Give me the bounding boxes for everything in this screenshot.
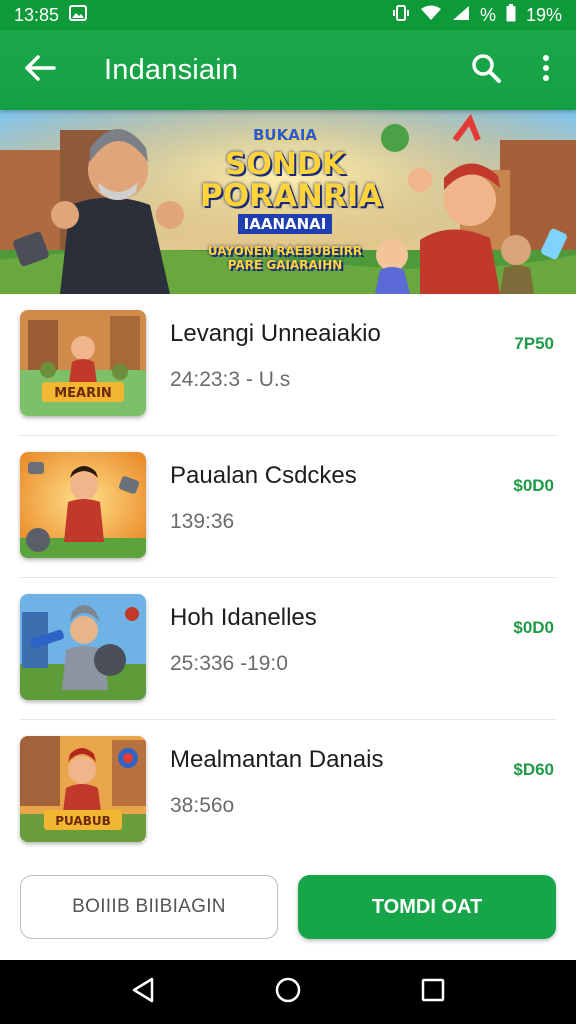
status-bar: 13:85 % 19%	[0, 0, 576, 30]
app-screen: 13:85 % 19% Indansiain BUKAIA SONDK PORA…	[0, 0, 576, 1024]
battery-icon	[506, 3, 516, 27]
status-right: % 19%	[392, 3, 562, 27]
signal-icon	[452, 5, 470, 26]
banner-line-3: PORANRIA	[200, 178, 383, 214]
banner-line-5: UAYONEN RAEBUBEIRR PARE GAIARAIHN	[207, 244, 363, 272]
back-button[interactable]	[0, 30, 80, 110]
game-thumbnail	[20, 594, 146, 700]
search-button[interactable]	[456, 30, 516, 110]
search-icon	[471, 53, 501, 88]
app-bar: Indansiain	[0, 30, 576, 110]
list-item[interactable]: PUABUB Mealmantan Danais 38:56o $D60	[20, 720, 556, 862]
game-title: Paualan Csdckes	[170, 462, 357, 489]
game-price[interactable]: 7P50	[514, 334, 554, 354]
banner-line-2: SONDK	[224, 147, 346, 182]
square-recents-icon	[421, 978, 445, 1007]
game-meta: 38:56o	[170, 794, 235, 817]
secondary-action-button[interactable]: BOIIIB BIIBIAGIN	[20, 875, 278, 939]
primary-action-button[interactable]: TOMDI OAT	[298, 875, 556, 939]
page-title: Indansiain	[104, 53, 239, 86]
status-time: 13:85	[14, 4, 60, 25]
system-nav-bar	[0, 960, 576, 1024]
game-meta: 25:336 -19:0	[170, 652, 288, 675]
game-title: Levangi Unneaiakio	[170, 320, 381, 347]
game-price[interactable]: $0D0	[513, 618, 554, 638]
battery-percent: 19%	[525, 4, 562, 25]
game-meta: 139:36	[170, 510, 235, 533]
nav-home-button[interactable]	[258, 960, 318, 1024]
vibrate-icon	[392, 4, 410, 27]
promo-banner[interactable]: BUKAIA SONDK PORANRIA IAANANAI UAYONEN R…	[0, 110, 576, 294]
game-list: MEARIN Levangi Unneaiakio 24:23:3 - U.s …	[0, 294, 576, 862]
banner-line-4: IAANANAI	[237, 214, 333, 234]
list-item[interactable]: MEARIN Levangi Unneaiakio 24:23:3 - U.s …	[20, 294, 556, 436]
banner-logo: BUKAIA SONDK PORANRIA IAANANAI UAYONEN R…	[200, 126, 383, 272]
more-vertical-icon	[542, 54, 550, 87]
more-options-button[interactable]	[516, 30, 576, 110]
game-title: Mealmantan Danais	[170, 746, 384, 773]
game-price[interactable]: $0D0	[513, 476, 554, 496]
nav-back-button[interactable]	[113, 960, 173, 1024]
thumb-caption: MEARIN	[54, 386, 112, 401]
game-thumbnail: MEARIN	[20, 310, 146, 416]
thumb-caption: PUABUB	[55, 814, 111, 828]
game-meta: 24:23:3 - U.s	[170, 368, 291, 391]
game-thumbnail	[20, 452, 146, 558]
banner-line-1: BUKAIA	[252, 126, 318, 144]
list-item[interactable]: Paualan Csdckes 139:36 $0D0	[20, 436, 556, 578]
status-left: 13:85	[14, 4, 88, 26]
triangle-back-icon	[131, 977, 155, 1008]
wifi-icon	[420, 5, 442, 26]
game-thumbnail: PUABUB	[20, 736, 146, 842]
percent-sign: %	[479, 4, 496, 25]
arrow-left-icon	[24, 54, 56, 87]
game-price[interactable]: $D60	[513, 760, 554, 780]
circle-home-icon	[274, 976, 302, 1009]
game-title: Hoh Idanelles	[170, 604, 317, 631]
nav-recents-button[interactable]	[403, 960, 463, 1024]
image-icon	[69, 4, 88, 26]
list-item[interactable]: Hoh Idanelles 25:336 -19:0 $0D0	[20, 578, 556, 720]
